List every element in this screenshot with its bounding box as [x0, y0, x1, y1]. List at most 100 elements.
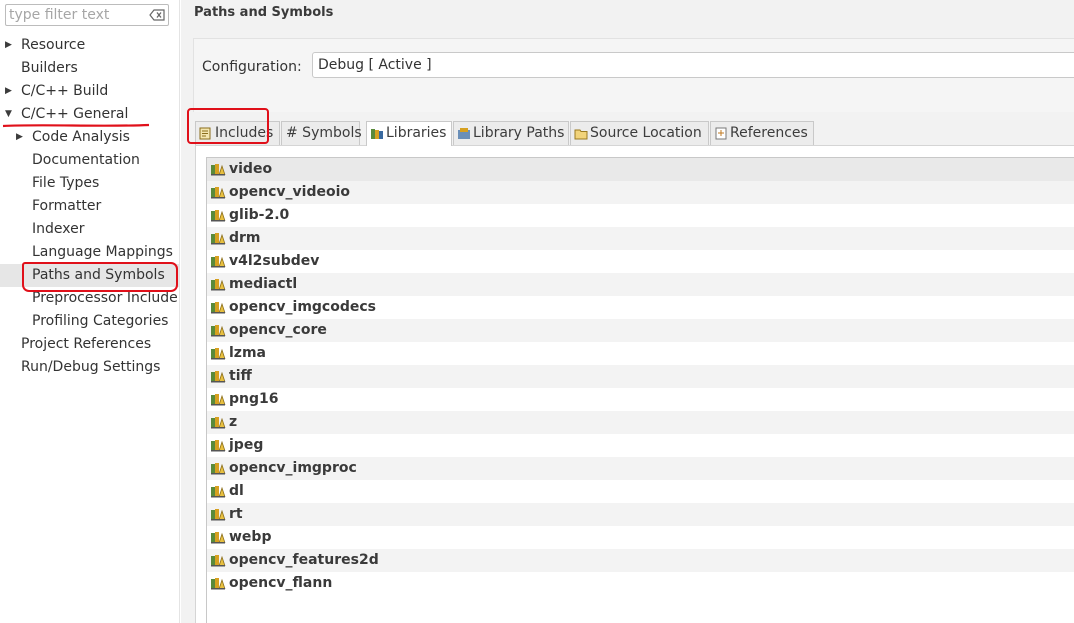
library-icon	[211, 279, 226, 291]
page-title: Paths and Symbols	[194, 5, 334, 20]
library-name: opencv_flann	[229, 575, 333, 591]
collapsed-arrow-icon[interactable]: ▶	[5, 41, 14, 50]
tree-item-documentation[interactable]: Documentation	[0, 149, 180, 172]
library-icon	[211, 164, 226, 176]
tree-item-resource[interactable]: ▶ Resource	[0, 34, 180, 57]
tree-item-project-references[interactable]: Project References	[0, 333, 180, 356]
library-path-icon	[458, 128, 470, 139]
tab-label: Library Paths	[473, 125, 565, 141]
annotation-circle-paths	[22, 262, 178, 292]
library-name: opencv_features2d	[229, 552, 379, 568]
library-row[interactable]: opencv_imgcodecs	[207, 296, 1074, 319]
library-name: rt	[229, 506, 243, 522]
tree-item-formatter[interactable]: Formatter	[0, 195, 180, 218]
library-row[interactable]: opencv_core	[207, 319, 1074, 342]
library-row[interactable]: glib-2.0	[207, 204, 1074, 227]
library-row[interactable]: jpeg	[207, 434, 1074, 457]
library-row[interactable]: video	[207, 158, 1074, 181]
library-name: jpeg	[229, 437, 264, 453]
tree-item-label: Indexer	[32, 221, 85, 237]
library-icon	[211, 509, 226, 521]
library-icon	[211, 463, 226, 475]
library-icon	[211, 555, 226, 567]
tab-references[interactable]: References	[710, 121, 814, 145]
library-name: opencv_imgproc	[229, 460, 357, 476]
tab-libraries[interactable]: Libraries	[366, 121, 452, 146]
tree-item-label: Documentation	[32, 152, 140, 168]
references-icon	[715, 127, 727, 140]
library-icon	[371, 129, 383, 139]
tree-item-label: Code Analysis	[32, 129, 130, 145]
library-icon	[211, 348, 226, 360]
library-icon	[211, 210, 226, 222]
library-row[interactable]: dl	[207, 480, 1074, 503]
configuration-select[interactable]: Debug [ Active ]	[312, 52, 1074, 78]
library-icon	[211, 394, 226, 406]
library-name: video	[229, 161, 273, 177]
library-row[interactable]: tiff	[207, 365, 1074, 388]
library-row[interactable]: v4l2subdev	[207, 250, 1074, 273]
library-icon	[211, 578, 226, 590]
configuration-area: Configuration: Debug [ Active ]	[193, 38, 1074, 112]
library-row[interactable]: webp	[207, 526, 1074, 549]
library-name: png16	[229, 391, 279, 407]
tree-item-label: Builders	[21, 60, 78, 76]
tab-library-paths[interactable]: Library Paths	[453, 121, 569, 145]
library-row[interactable]: rt	[207, 503, 1074, 526]
filter-box[interactable]	[5, 4, 169, 26]
annotation-underline	[2, 123, 150, 128]
library-icon	[211, 325, 226, 337]
library-name: tiff	[229, 368, 252, 384]
library-row[interactable]: z	[207, 411, 1074, 434]
expanded-arrow-icon[interactable]: ▼	[5, 110, 14, 119]
tree-item-profiling-categories[interactable]: Profiling Categories	[0, 310, 180, 333]
library-icon	[211, 417, 226, 429]
configuration-label: Configuration:	[202, 59, 302, 75]
library-name: z	[229, 414, 238, 430]
library-row[interactable]: png16	[207, 388, 1074, 411]
tree-item-run-debug-settings[interactable]: Run/Debug Settings	[0, 356, 180, 379]
tree-item-label: Profiling Categories	[32, 313, 169, 329]
tree-item-label: C/C++ Build	[21, 83, 109, 99]
collapsed-arrow-icon[interactable]: ▶	[16, 133, 25, 142]
library-name: webp	[229, 529, 272, 545]
library-row[interactable]: lzma	[207, 342, 1074, 365]
tree-item-label: Resource	[21, 37, 86, 53]
tree-item-builders[interactable]: Builders	[0, 57, 180, 80]
tree-item-file-types[interactable]: File Types	[0, 172, 180, 195]
library-row[interactable]: opencv_flann	[207, 572, 1074, 595]
tree-item-label: Formatter	[32, 198, 102, 214]
library-name: mediactl	[229, 276, 298, 292]
tree-item-label: Language Mappings	[32, 244, 173, 260]
library-icon	[211, 532, 226, 544]
library-icon	[211, 187, 226, 199]
library-row[interactable]: opencv_features2d	[207, 549, 1074, 572]
tree-item-code-analysis[interactable]: ▶ Code Analysis	[0, 126, 180, 149]
tab-symbols[interactable]: # Symbols	[281, 121, 362, 145]
tree-item-indexer[interactable]: Indexer	[0, 218, 180, 241]
tab-label: Libraries	[386, 125, 447, 141]
tree-item-c-c-build[interactable]: ▶ C/C++ Build	[0, 80, 180, 103]
library-icon	[211, 256, 226, 268]
library-name: opencv_imgcodecs	[229, 299, 376, 315]
library-icon	[211, 302, 226, 314]
tab-label: Source Location	[590, 125, 702, 141]
libraries-list[interactable]: video opencv_videoio glib-2.0 drm v4l2subdev…	[206, 157, 1074, 623]
tree-item-language-mappings[interactable]: Language Mappings	[0, 241, 180, 264]
clear-filter-icon[interactable]	[149, 9, 165, 21]
library-icon	[211, 233, 226, 245]
annotation-circle-libraries	[187, 108, 269, 144]
library-row[interactable]: opencv_videoio	[207, 181, 1074, 204]
properties-page: Paths and Symbols Configuration: Debug […	[181, 0, 1074, 623]
panel-divider[interactable]	[179, 0, 180, 623]
library-row[interactable]: mediactl	[207, 273, 1074, 296]
library-row[interactable]: opencv_imgproc	[207, 457, 1074, 480]
filter-input[interactable]	[9, 6, 145, 24]
tree-item-label: Run/Debug Settings	[21, 359, 161, 375]
tab-source-location[interactable]: Source Location	[570, 121, 709, 145]
library-icon	[211, 440, 226, 452]
collapsed-arrow-icon[interactable]: ▶	[5, 87, 14, 96]
library-row[interactable]: drm	[207, 227, 1074, 250]
settings-tree: ▶ Resource Builders ▶ C/C++ Build ▼ C/C++ Gene…	[0, 34, 180, 379]
tab-label: References	[730, 125, 808, 141]
